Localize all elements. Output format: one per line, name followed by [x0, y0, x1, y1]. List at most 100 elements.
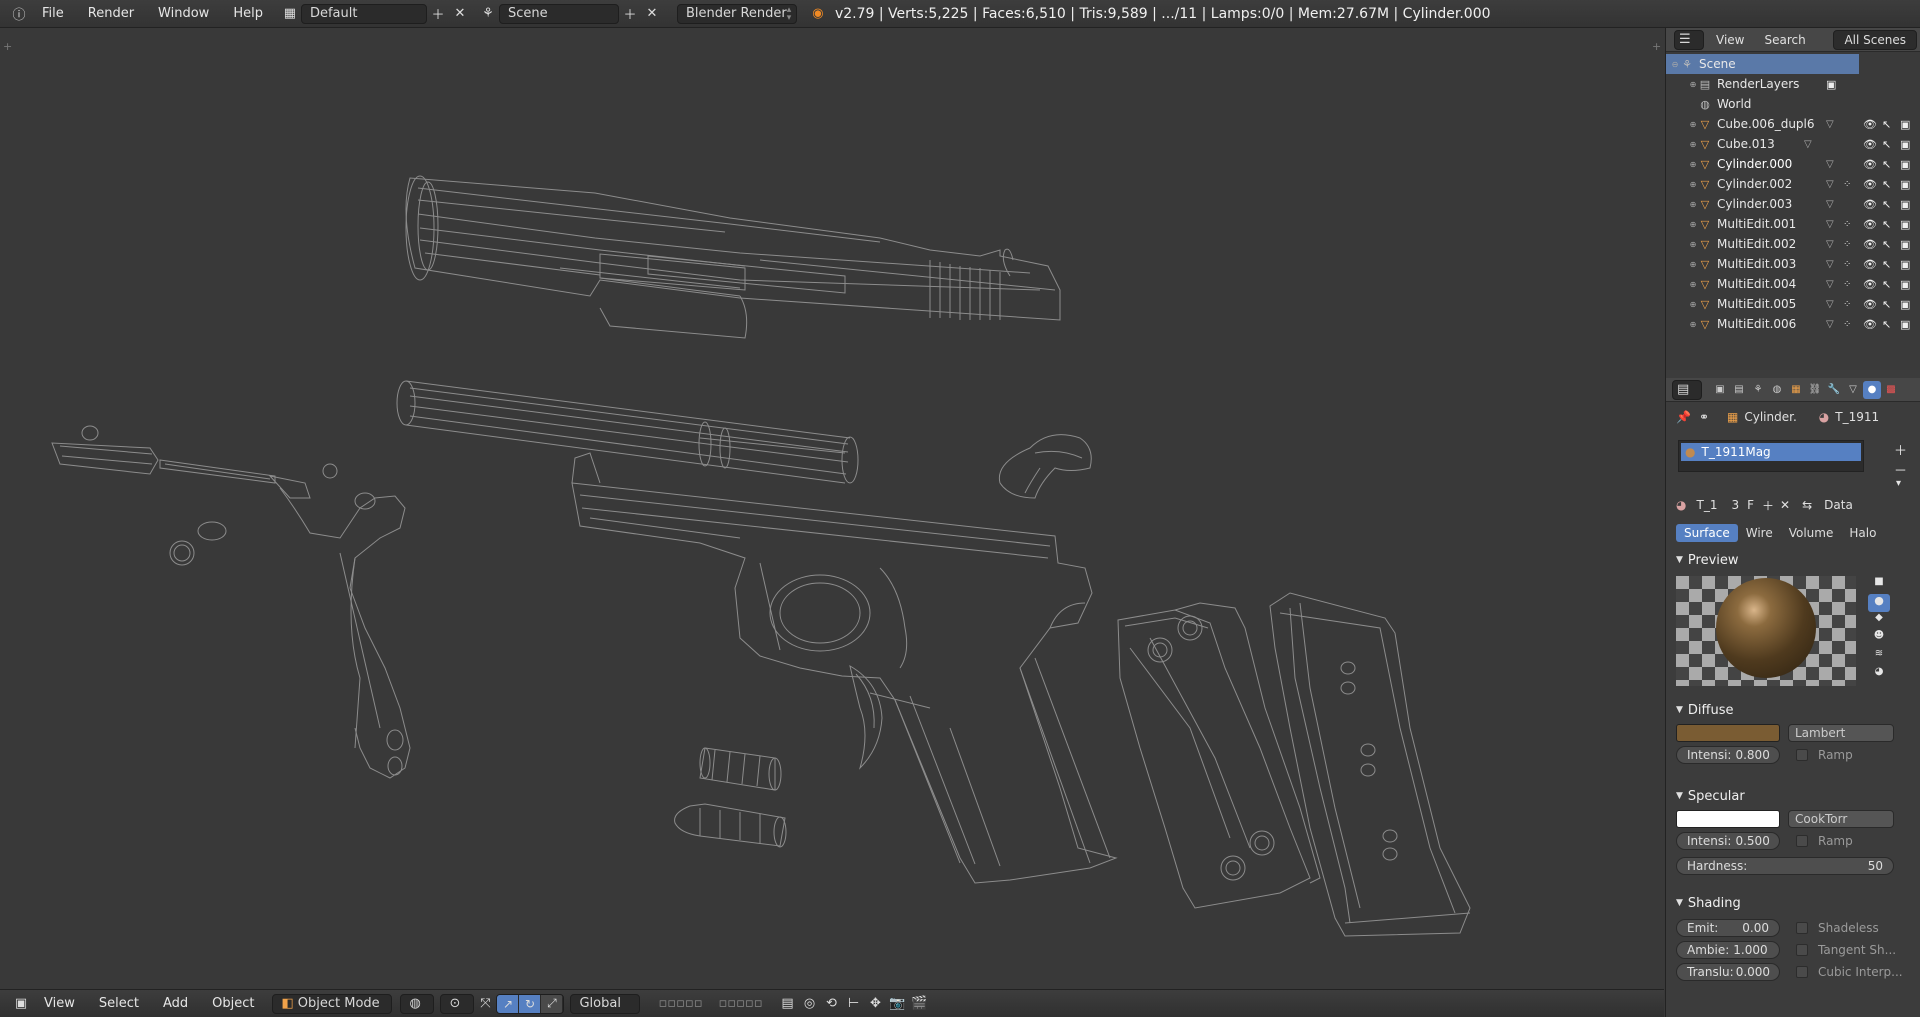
tangent-shading-checkbox[interactable]: Tangent Sh...: [1796, 943, 1896, 957]
visibility-eye-icon[interactable]: 👁: [1863, 198, 1877, 211]
menu-render[interactable]: Render: [76, 6, 146, 21]
selectability-cursor-icon[interactable]: ↖: [1882, 158, 1891, 171]
rotate-manipulator-icon[interactable]: ↻: [519, 994, 542, 1013]
outliner-object-name[interactable]: Cylinder.002: [1717, 177, 1792, 191]
preview-sphere-icon[interactable]: ●: [1868, 594, 1890, 612]
preview-flat-icon[interactable]: ■: [1868, 576, 1890, 594]
cubic-interp-checkbox[interactable]: Cubic Interp...: [1796, 965, 1903, 979]
outliner-row-object[interactable]: ⊕ ▽ Cube.013 👁 ↖ ▣ ▽: [1666, 134, 1920, 154]
visibility-eye-icon[interactable]: 👁: [1863, 278, 1877, 291]
pin-icon[interactable]: 📌: [1676, 410, 1691, 424]
menu-file[interactable]: File: [30, 6, 76, 21]
expand-icon[interactable]: ⊕: [1688, 240, 1698, 249]
expand-icon[interactable]: ⊕: [1688, 200, 1698, 209]
specular-color-swatch[interactable]: [1676, 810, 1780, 828]
visibility-eye-icon[interactable]: 👁: [1863, 178, 1877, 191]
preview-monkey-icon[interactable]: ☻: [1868, 630, 1890, 648]
expand-icon[interactable]: ⊕: [1688, 120, 1698, 129]
renderability-camera-icon[interactable]: ▣: [1900, 198, 1910, 211]
outliner-row-object[interactable]: ⊕ ▽ Cylinder.002 ⁘ 👁 ↖ ▣ ▽: [1666, 174, 1920, 194]
3d-viewport[interactable]: + +: [0, 28, 1664, 989]
manipulator-toggle-icon[interactable]: ⤧: [474, 994, 496, 1014]
outliner-menu-search[interactable]: Search: [1756, 33, 1813, 47]
checkbox-box[interactable]: [1796, 835, 1808, 847]
menu-object[interactable]: Object: [200, 996, 266, 1011]
visibility-eye-icon[interactable]: 👁: [1863, 298, 1877, 311]
add-scene-icon[interactable]: ＋: [619, 4, 641, 24]
renderability-camera-icon[interactable]: ▣: [1900, 238, 1910, 251]
shading-panel-header[interactable]: ▼ Shading: [1666, 893, 1920, 913]
opengl-render-icon[interactable]: 📷: [886, 994, 908, 1014]
object-context-icon[interactable]: ▦: [1787, 381, 1805, 399]
translate-manipulator-icon[interactable]: ↗: [497, 994, 520, 1013]
expand-icon[interactable]: ⊕: [1688, 280, 1698, 289]
specular-intensity-field[interactable]: Intensi: 0.500: [1676, 832, 1780, 850]
outliner-row-renderlayers[interactable]: ⊕ ▤ RenderLayers ▣: [1666, 74, 1920, 94]
selectability-cursor-icon[interactable]: ↖: [1882, 258, 1891, 271]
diffuse-intensity-field[interactable]: Intensi: 0.800: [1676, 746, 1780, 764]
scene-icon[interactable]: ⚘: [477, 4, 499, 24]
data-context-icon[interactable]: ▽: [1844, 381, 1862, 399]
remove-scene-icon[interactable]: ✕: [641, 4, 663, 24]
add-layout-icon[interactable]: ＋: [427, 4, 449, 24]
selectability-cursor-icon[interactable]: ↖: [1882, 138, 1891, 151]
slot-specials-icon[interactable]: ▾: [1896, 478, 1901, 489]
render-layers-context-icon[interactable]: ▤: [1730, 381, 1748, 399]
outliner-menu-view[interactable]: View: [1708, 33, 1752, 47]
pivot-point-select[interactable]: ⊙: [440, 993, 475, 1014]
specular-ramp-checkbox[interactable]: Ramp: [1796, 834, 1853, 848]
ambient-field[interactable]: Ambie: 1.000: [1676, 941, 1780, 959]
renderability-camera-icon[interactable]: ▣: [1900, 298, 1910, 311]
diffuse-ramp-checkbox[interactable]: Ramp: [1796, 748, 1853, 762]
visibility-eye-icon[interactable]: 👁: [1863, 118, 1877, 131]
specular-hardness-field[interactable]: Hardness: 50: [1676, 857, 1894, 875]
constraints-context-icon[interactable]: ⛓: [1806, 381, 1824, 399]
outliner-row-object[interactable]: ⊕ ▽ Cube.006_dupl6 👁 ↖ ▣ ▽: [1666, 114, 1920, 134]
outliner-object-name[interactable]: Cylinder.003: [1717, 197, 1792, 211]
outliner-object-name[interactable]: MultiEdit.003: [1717, 257, 1796, 271]
visibility-eye-icon[interactable]: 👁: [1863, 158, 1877, 171]
diffuse-color-swatch[interactable]: [1676, 724, 1780, 742]
checkbox-box[interactable]: [1796, 944, 1808, 956]
visibility-eye-icon[interactable]: 👁: [1863, 258, 1877, 271]
browse-material-icon[interactable]: ◕: [1676, 498, 1686, 512]
render-engine-select[interactable]: Blender Render ▴ ▾: [676, 3, 797, 24]
menu-view[interactable]: View: [32, 996, 87, 1011]
shadeless-checkbox[interactable]: Shadeless: [1796, 921, 1879, 935]
material-slot-row[interactable]: ● T_1911Mag: [1681, 443, 1861, 461]
preview-panel-header[interactable]: ▼ Preview: [1666, 550, 1920, 570]
preview-cube-icon[interactable]: ◆: [1868, 612, 1890, 630]
renderability-camera-icon[interactable]: ▣: [1900, 318, 1910, 331]
properties-editor-type[interactable]: ▤: [1672, 379, 1702, 400]
scene-context-icon[interactable]: ⚘: [1749, 381, 1767, 399]
remove-layout-icon[interactable]: ✕: [449, 4, 471, 24]
tab-surface[interactable]: Surface: [1676, 524, 1738, 542]
outliner-object-name[interactable]: MultiEdit.004: [1717, 277, 1796, 291]
diffuse-panel-header[interactable]: ▼ Diffuse: [1666, 700, 1920, 720]
collapse-icon[interactable]: ⊖: [1670, 60, 1680, 69]
selectability-cursor-icon[interactable]: ↖: [1882, 198, 1891, 211]
preview-hair-icon[interactable]: ≋: [1868, 648, 1890, 666]
visibility-eye-icon[interactable]: 👁: [1863, 218, 1877, 231]
transform-orientation-select[interactable]: Global: [570, 993, 641, 1014]
outliner-row-object[interactable]: ⊕ ▽ MultiEdit.006 ⁘ 👁 ↖ ▣ ▽: [1666, 314, 1920, 334]
outliner-display-mode[interactable]: All Scenes: [1833, 29, 1917, 50]
checkbox-box[interactable]: [1796, 966, 1808, 978]
outliner-row-object[interactable]: ⊕ ▽ Cylinder.003 👁 ↖ ▣ ▽: [1666, 194, 1920, 214]
scale-manipulator-icon[interactable]: ⤢: [541, 994, 564, 1013]
outliner-object-name[interactable]: Cylinder.000: [1717, 157, 1792, 171]
selectability-cursor-icon[interactable]: ↖: [1882, 278, 1891, 291]
expand-icon[interactable]: ⊕: [1688, 140, 1698, 149]
material-link-select[interactable]: Data: [1824, 498, 1853, 512]
outliner-object-name[interactable]: MultiEdit.005: [1717, 297, 1796, 311]
layers-grid-icon-2[interactable]: ▫▫▫▫▫: [710, 994, 770, 1014]
expand-icon[interactable]: ⊕: [1688, 80, 1698, 89]
breadcrumb-material[interactable]: T_1911: [1835, 410, 1879, 424]
renderability-camera-icon[interactable]: ▣: [1900, 218, 1910, 231]
emit-field[interactable]: Emit: 0.00: [1676, 919, 1780, 937]
renderability-camera-icon[interactable]: ▣: [1900, 178, 1910, 191]
opengl-render-anim-icon[interactable]: 🎬: [908, 994, 930, 1014]
add-slot-icon[interactable]: ＋: [1894, 440, 1907, 459]
visibility-eye-icon[interactable]: 👁: [1863, 138, 1877, 151]
tab-volume[interactable]: Volume: [1781, 524, 1842, 542]
